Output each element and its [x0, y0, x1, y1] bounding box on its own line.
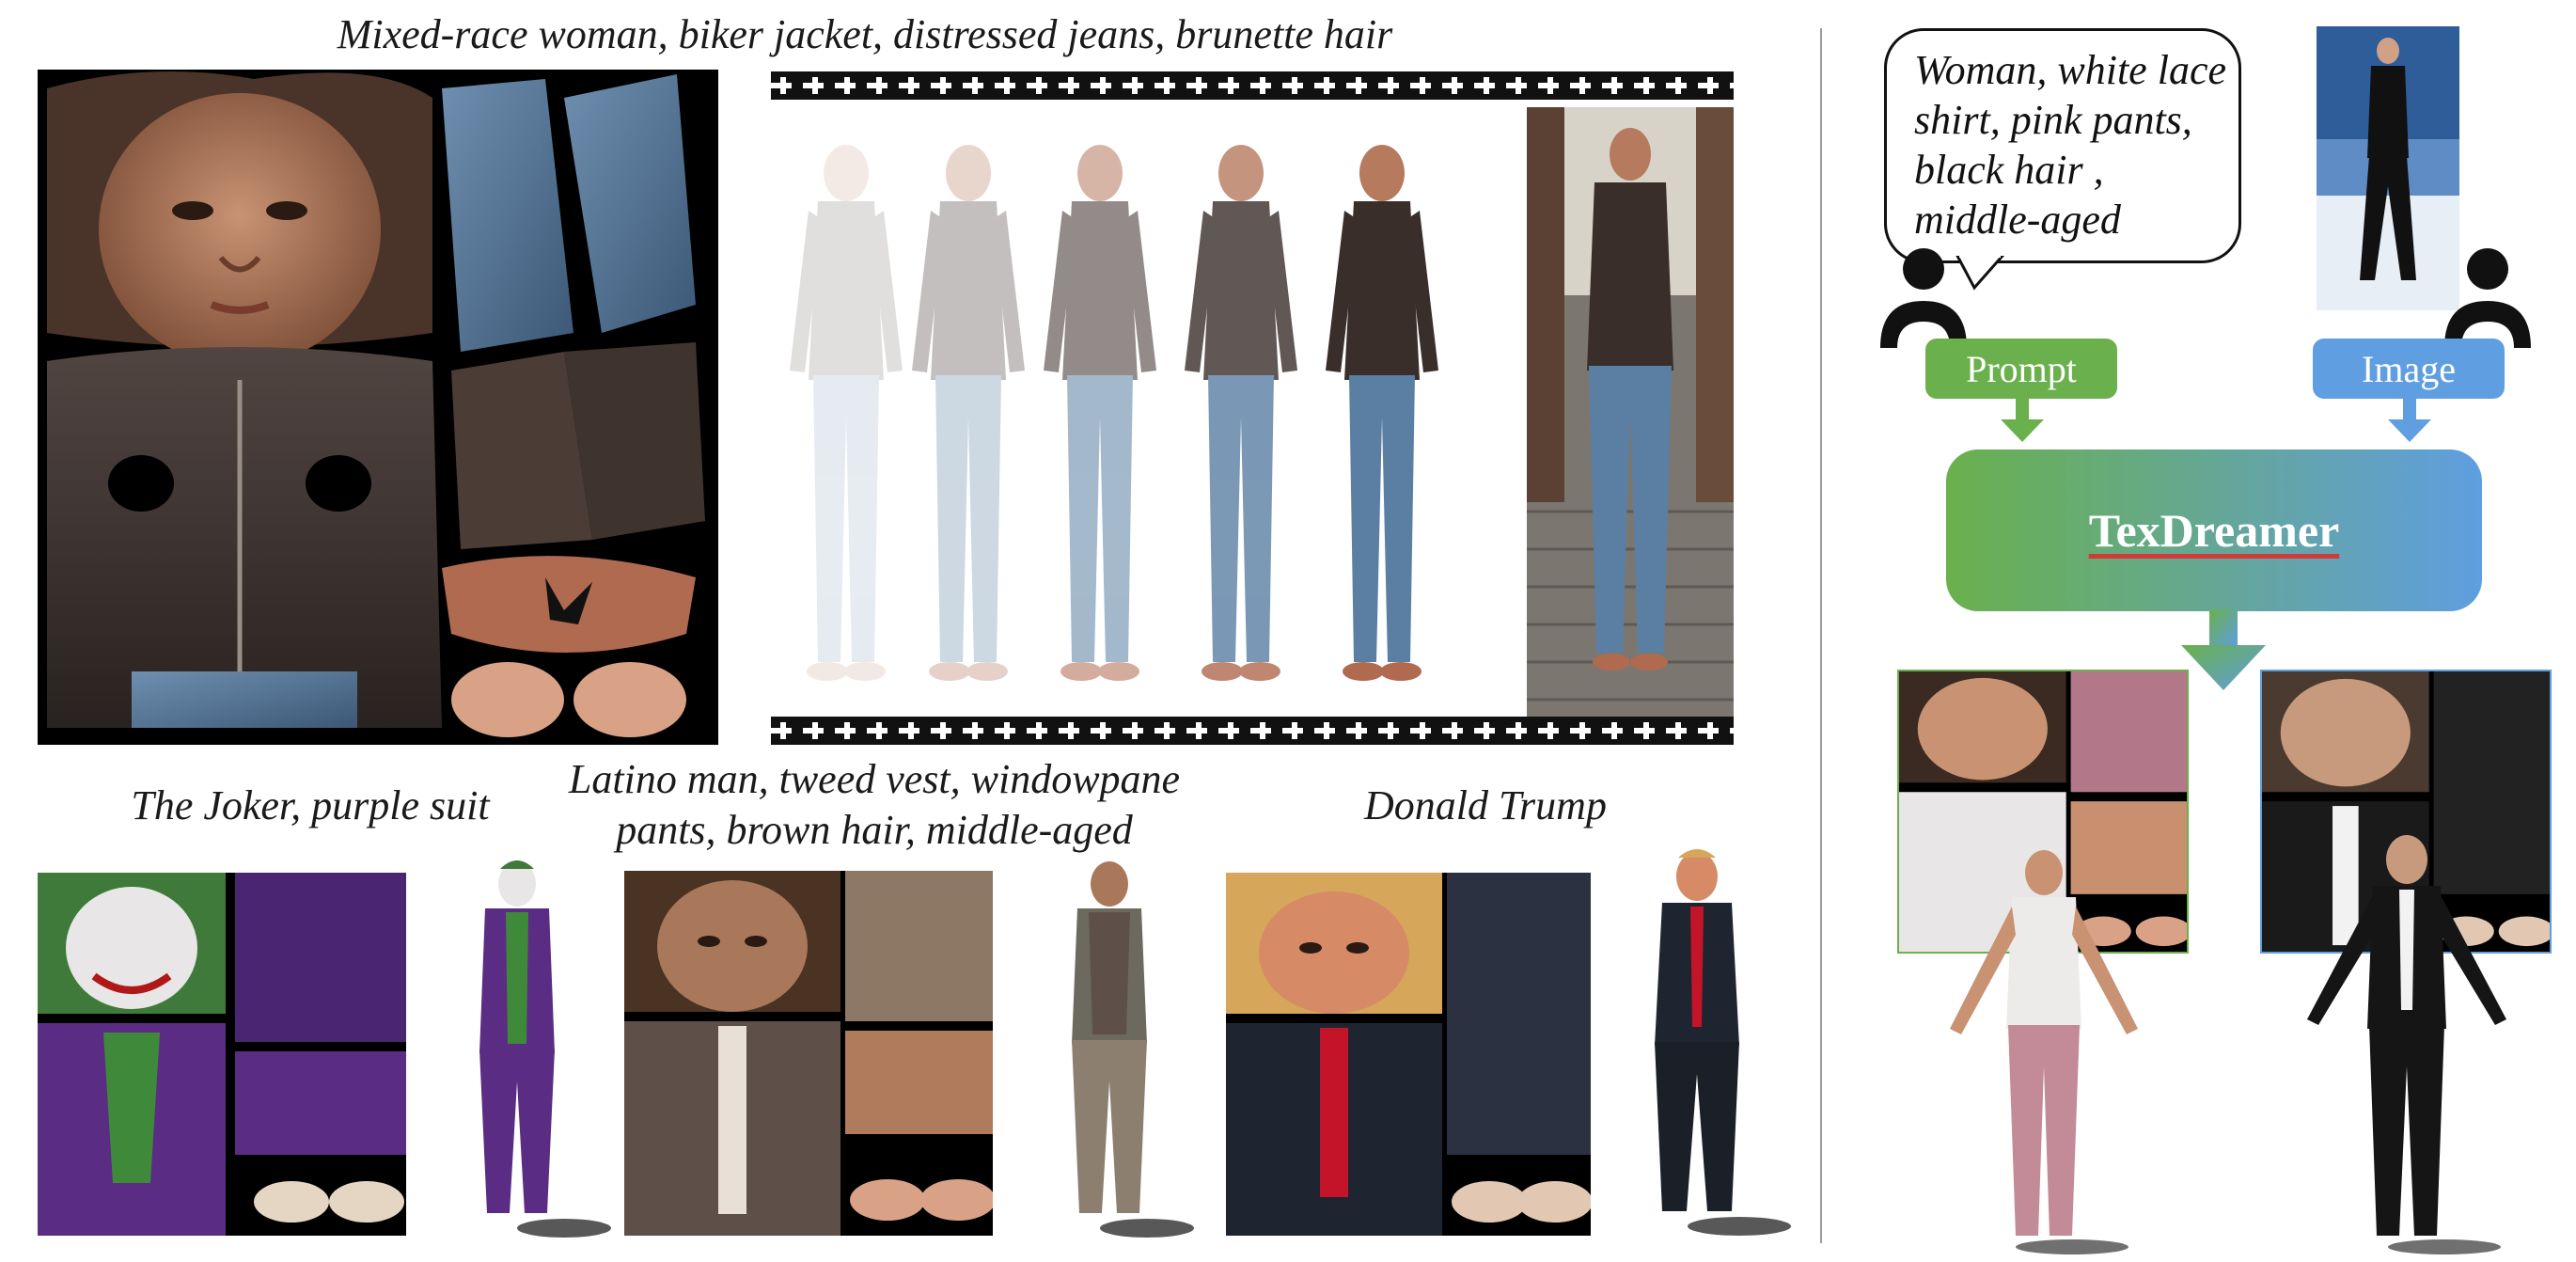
- arrow-down-icon-output: [2181, 609, 2266, 690]
- prompt-label: Prompt: [1925, 339, 2117, 399]
- panel-divider: [1820, 28, 1822, 1243]
- generation-sequence-renders: [771, 107, 1523, 709]
- uv-texture-map-joker: [38, 873, 406, 1236]
- texdreamer-model-box: TexDreamer: [1946, 450, 2482, 611]
- model-name: TexDreamer: [2088, 504, 2340, 557]
- uv-texture-map-latino: [624, 871, 993, 1236]
- image-label: Image: [2313, 339, 2505, 399]
- caption-joker: The Joker, purple suit: [131, 782, 490, 828]
- arrow-down-icon-prompt: [2001, 399, 2044, 442]
- uv-texture-map-trump: [1226, 873, 1591, 1236]
- trump-render: [1598, 839, 1796, 1241]
- output-render-image: [2285, 822, 2529, 1254]
- joker-render: [423, 856, 611, 1241]
- input-image-photo: [2317, 26, 2459, 310]
- top-caption: Mixed-race woman, biker jacket, distress…: [337, 11, 1393, 57]
- stairs-scene-render: [1527, 107, 1734, 717]
- prompt-text-line-2: shirt, pink pants,: [1914, 97, 2192, 143]
- caption-latino-line1: Latino man, tweed vest, windowpane: [568, 756, 1181, 802]
- prompt-text-line-4: middle-aged: [1914, 197, 2121, 243]
- user-icon-right: [2444, 248, 2531, 348]
- arrow-down-icon-image: [2388, 399, 2431, 442]
- prompt-text-line-1: Woman, white lace: [1914, 47, 2226, 93]
- uv-texture-map-woman: [38, 70, 718, 745]
- caption-trump: Donald Trump: [1364, 782, 1607, 828]
- latino-render: [1015, 856, 1203, 1241]
- prompt-text-line-3: black hair ,: [1914, 147, 2104, 193]
- output-render-prompt: [1922, 841, 2166, 1254]
- user-icon-left: [1880, 248, 1967, 348]
- caption-latino-line2: pants, brown hair, middle-aged: [616, 807, 1133, 853]
- film-strip-bottom: [771, 717, 1734, 745]
- film-strip-top: [771, 71, 1734, 100]
